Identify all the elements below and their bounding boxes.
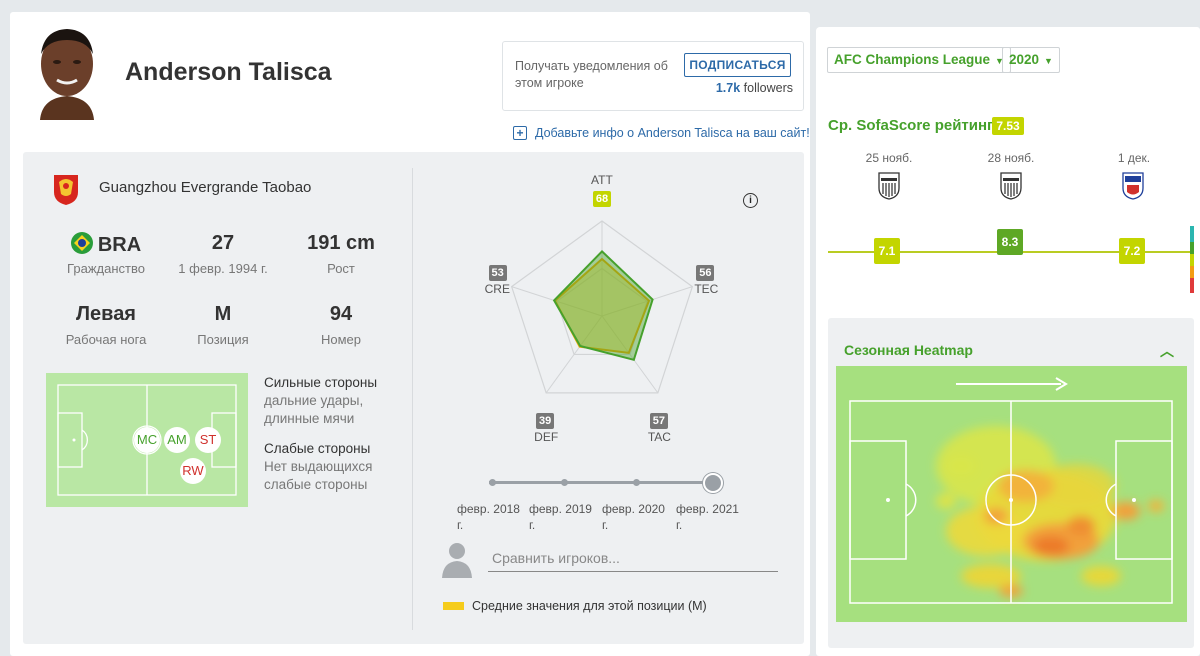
radar-value-def: 39 bbox=[536, 412, 555, 429]
attribute-radar-chart bbox=[510, 220, 694, 394]
season-select-value: 2020 bbox=[1009, 52, 1040, 67]
position-rw: RW bbox=[180, 458, 206, 484]
position-pitch: MC AM ST RW bbox=[46, 373, 248, 507]
stat-label: Гражданство bbox=[67, 261, 145, 276]
strengths-line1: дальние удары, bbox=[264, 393, 364, 408]
stat-label: Рабочая нога bbox=[65, 332, 147, 347]
plus-icon: + bbox=[513, 126, 527, 140]
followers-number: 1.7k bbox=[715, 81, 741, 95]
stat-label: Рост bbox=[327, 261, 355, 276]
radar-axis-label-att: ATT bbox=[591, 173, 613, 187]
brazil-flag-icon bbox=[70, 232, 93, 254]
weaknesses-title: Слабые стороны bbox=[264, 441, 371, 456]
stat-foot: Левая Рабочая нога bbox=[46, 303, 166, 347]
radar-axis-label-def: DEF bbox=[534, 429, 559, 444]
stat-value: 94 bbox=[329, 303, 353, 325]
stat-value: Левая bbox=[76, 303, 136, 325]
opponent-logo-icon[interactable] bbox=[1000, 172, 1022, 200]
timeline-track bbox=[489, 481, 713, 484]
position-am: AM bbox=[164, 427, 190, 453]
rating-scale-segment bbox=[1190, 278, 1194, 293]
match-rating-box[interactable]: 8.3 bbox=[997, 229, 1023, 255]
radar-axis-label-tac: TAC bbox=[647, 429, 671, 444]
stat-value: BRA bbox=[46, 232, 166, 258]
timeline-label[interactable]: февр. 2018 г. bbox=[457, 501, 527, 533]
league-select[interactable]: AFC Champions League ▼ bbox=[827, 47, 1011, 73]
strengths-line2: длинные мячи bbox=[264, 411, 355, 426]
subscribe-box: Получать уведомления об этом игроке ПОДП… bbox=[502, 41, 804, 111]
stat-value: 191 cm bbox=[307, 232, 375, 254]
radar-value-cre: 53 bbox=[488, 264, 507, 281]
match-rating-box[interactable]: 7.1 bbox=[874, 238, 900, 264]
radar-value-tec: 56 bbox=[696, 264, 715, 281]
heatmap-title: Сезонная Heatmap bbox=[844, 342, 973, 358]
timeline-point-2020[interactable] bbox=[633, 479, 640, 486]
stat-height: 191 cm Рост bbox=[281, 232, 401, 276]
compare-players-input[interactable] bbox=[488, 544, 778, 572]
legend-text: Средние значения для этой позиции (M) bbox=[472, 599, 707, 613]
info-icon[interactable]: i bbox=[743, 193, 758, 208]
season-heatmap bbox=[836, 366, 1187, 622]
stat-value: M bbox=[214, 303, 232, 325]
rating-scale-segment bbox=[1190, 242, 1194, 254]
match-rating-box[interactable]: 7.2 bbox=[1119, 238, 1145, 264]
radar-axis-label-cre: CRE bbox=[484, 281, 510, 296]
team-name[interactable]: Guangzhou Evergrande Taobao bbox=[99, 179, 311, 196]
position-st: ST bbox=[195, 427, 221, 453]
radar-series-player bbox=[552, 249, 654, 362]
radar-value-att: 68 bbox=[593, 191, 611, 207]
league-select-value: AFC Champions League bbox=[834, 52, 991, 67]
match-date: 25 нояб. bbox=[865, 151, 913, 165]
team-logo-icon bbox=[54, 175, 78, 205]
rating-scale-segment bbox=[1190, 226, 1194, 242]
weaknesses-line2: слабые стороны bbox=[264, 477, 368, 492]
add-info-text: Добавьте инфо о Anderson Talisca на ваш … bbox=[535, 126, 810, 140]
stat-label: Позиция bbox=[197, 332, 249, 347]
opponent-logo-icon[interactable] bbox=[878, 172, 900, 200]
player-name: Anderson Talisca bbox=[125, 58, 332, 86]
timeline-label[interactable]: февр. 2020 г. bbox=[602, 501, 672, 533]
stat-position: M Позиция bbox=[163, 303, 283, 347]
rating-scale-segment bbox=[1190, 254, 1194, 266]
strengths-title: Сильные стороны bbox=[264, 375, 378, 390]
stat-age: 27 1 февр. 1994 г. bbox=[163, 232, 283, 276]
rating-scale-segment bbox=[1190, 266, 1194, 278]
legend-swatch bbox=[443, 602, 464, 610]
stat-label: Номер bbox=[320, 332, 361, 347]
caret-down-icon: ▼ bbox=[1044, 56, 1053, 66]
radar-value-tac: 57 bbox=[649, 412, 668, 429]
radar-axis-label-tec: TEC bbox=[694, 281, 719, 296]
add-info-link[interactable]: + Добавьте инфо о Anderson Talisca на ва… bbox=[513, 126, 810, 140]
timeline-point-2018[interactable] bbox=[489, 479, 496, 486]
player-photo bbox=[30, 24, 104, 120]
season-select[interactable]: 2020 ▼ bbox=[1002, 47, 1060, 73]
timeline-point-2021-active[interactable] bbox=[703, 473, 723, 493]
subscribe-text: Получать уведомления об этом игроке bbox=[515, 59, 668, 90]
panel-divider bbox=[412, 168, 413, 630]
stat-value: 27 bbox=[211, 232, 235, 254]
stat-nationality: BRA Гражданство bbox=[46, 232, 166, 276]
timeline-point-2019[interactable] bbox=[561, 479, 568, 486]
chevron-up-icon[interactable]: ︿ bbox=[1160, 341, 1174, 361]
timeline-label[interactable]: февр. 2019 г. bbox=[529, 501, 599, 533]
opponent-logo-icon[interactable] bbox=[1122, 172, 1144, 200]
subscribe-button[interactable]: ПОДПИСАТЬСЯ bbox=[684, 53, 791, 77]
match-date: 1 дек. bbox=[1117, 151, 1151, 165]
strengths-weaknesses: Сильные стороны дальние удары, длинные м… bbox=[264, 374, 377, 494]
rating-badge: 7.53 bbox=[992, 117, 1024, 135]
stat-number: 94 Номер bbox=[281, 303, 401, 347]
nationality-code: BRA bbox=[97, 234, 142, 256]
followers-count: 1.7k followers bbox=[716, 81, 793, 95]
stat-label: 1 февр. 1994 г. bbox=[178, 261, 268, 276]
player-silhouette-icon bbox=[442, 543, 472, 578]
weaknesses-line1: Нет выдающихся bbox=[264, 459, 373, 474]
position-mc: MC bbox=[134, 427, 160, 453]
timeline-label-active[interactable]: февр. 2021 г. bbox=[676, 501, 746, 533]
match-date: 28 нояб. bbox=[987, 151, 1035, 165]
followers-label: followers bbox=[743, 81, 793, 95]
rating-title: Ср. SofaScore рейтинг bbox=[828, 117, 994, 134]
